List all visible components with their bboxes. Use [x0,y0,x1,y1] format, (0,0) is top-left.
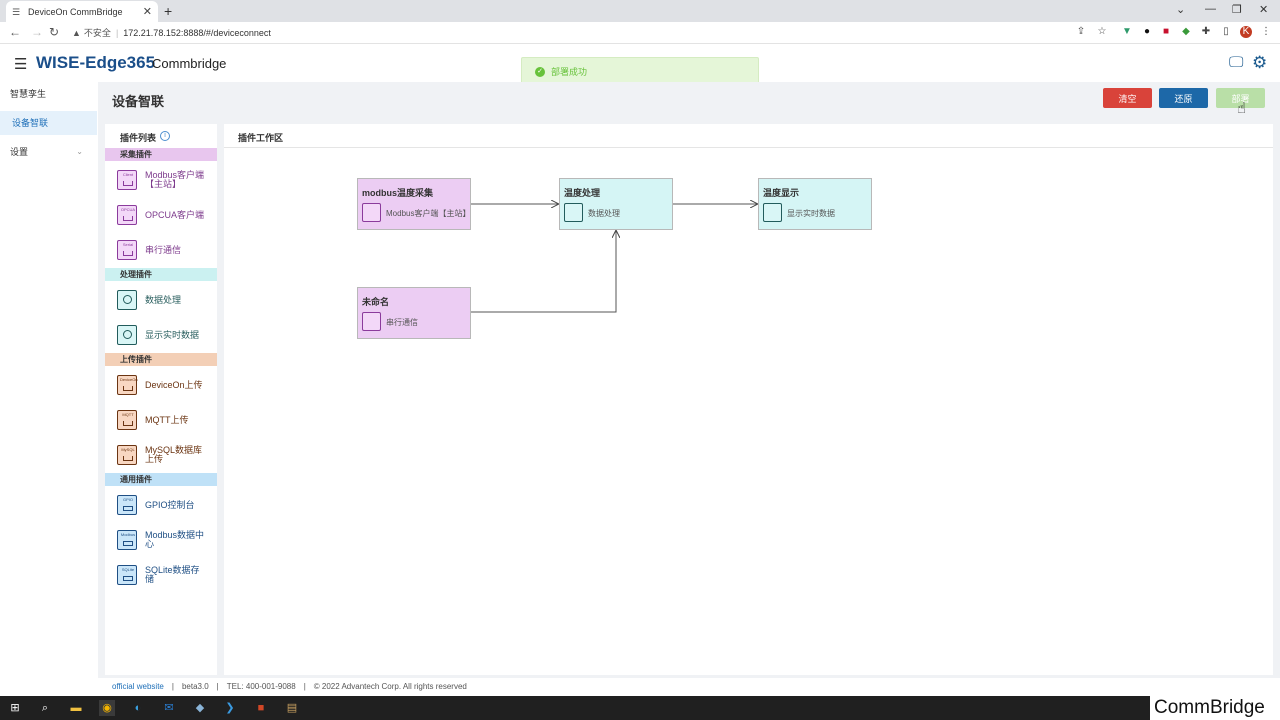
search-icon[interactable]: ⌕ [37,700,53,716]
workspace-node-temp-process[interactable]: 温度处理 数据处理 [559,178,673,230]
node-subtitle: Modbus客户端【主站】 [386,209,471,218]
node-title: modbus温度采集 [362,188,433,198]
realtime-display-icon [763,203,782,222]
edge-unnamed-to-process [471,231,616,313]
app-icon[interactable]: ◆ [192,700,208,716]
node-subtitle: 显示实时数据 [787,209,835,218]
tel-label: TEL: 400-001-9088 [226,682,296,691]
footer-separator: | [171,682,174,691]
file-explorer-icon[interactable]: ▬ [68,700,84,716]
footer-separator: | [216,682,219,691]
copyright-label: © 2022 Advantech Corp. All rights reserv… [313,682,467,691]
workspace-node-modbus-collect[interactable]: modbus温度采集 Modbus客户端【主站】 [357,178,471,230]
official-website-link[interactable]: official website [112,682,164,691]
document-app-icon[interactable]: ▤ [284,700,300,716]
watermark: CommBridge [1150,696,1280,720]
workspace-node-unnamed[interactable]: 未命名 串行通信 [357,287,471,339]
node-title: 未命名 [362,297,390,307]
windows-start-icon[interactable]: ⊞ [7,700,23,716]
edge-icon[interactable]: ◐ [130,700,146,716]
node-title: 温度处理 [564,188,601,198]
connection-lines [471,0,1280,313]
node-subtitle: 数据处理 [588,209,620,218]
workspace-node-temp-display[interactable]: 温度显示 显示实时数据 [758,178,872,230]
serial-icon [362,312,381,331]
footer-separator: | [303,682,306,691]
outlook-icon[interactable]: ✉ [161,700,177,716]
modbus-client-icon [362,203,381,222]
data-process-icon [564,203,583,222]
chrome-icon[interactable]: ◉ [99,700,115,716]
version-label: beta3.0 [181,682,209,691]
vscode-icon[interactable]: ❯ [222,700,238,716]
node-title: 温度显示 [763,188,800,198]
node-subtitle: 串行通信 [386,318,418,327]
page-footer: official website | beta3.0 | TEL: 400-00… [112,682,467,691]
powerpoint-icon[interactable]: ■ [253,700,269,716]
